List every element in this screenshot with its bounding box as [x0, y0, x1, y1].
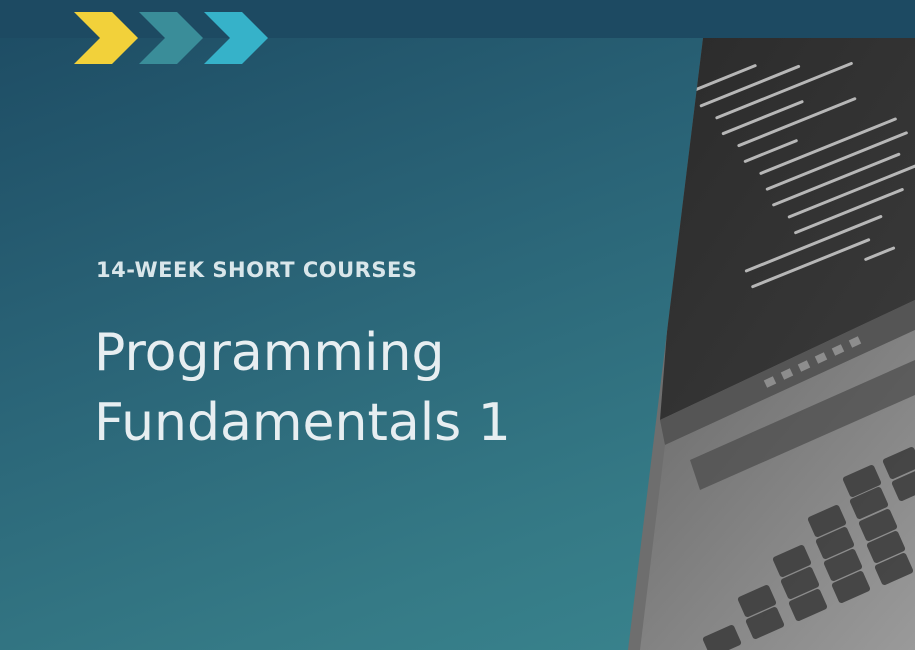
course-title-line-1: Programming: [94, 323, 445, 383]
course-title-line-2: Fundamentals 1: [94, 393, 511, 453]
chevron-yellow-icon: [74, 12, 138, 64]
chevron-teal-icon: [139, 12, 203, 64]
chevron-cyan-icon: [204, 12, 268, 64]
course-cover: 14-WEEK SHORT COURSES Programming Fundam…: [0, 0, 915, 650]
course-title: Programming Fundamentals 1: [94, 318, 654, 458]
course-subtitle: 14-WEEK SHORT COURSES: [96, 258, 418, 282]
triple-chevron-right-icon: [74, 12, 268, 64]
